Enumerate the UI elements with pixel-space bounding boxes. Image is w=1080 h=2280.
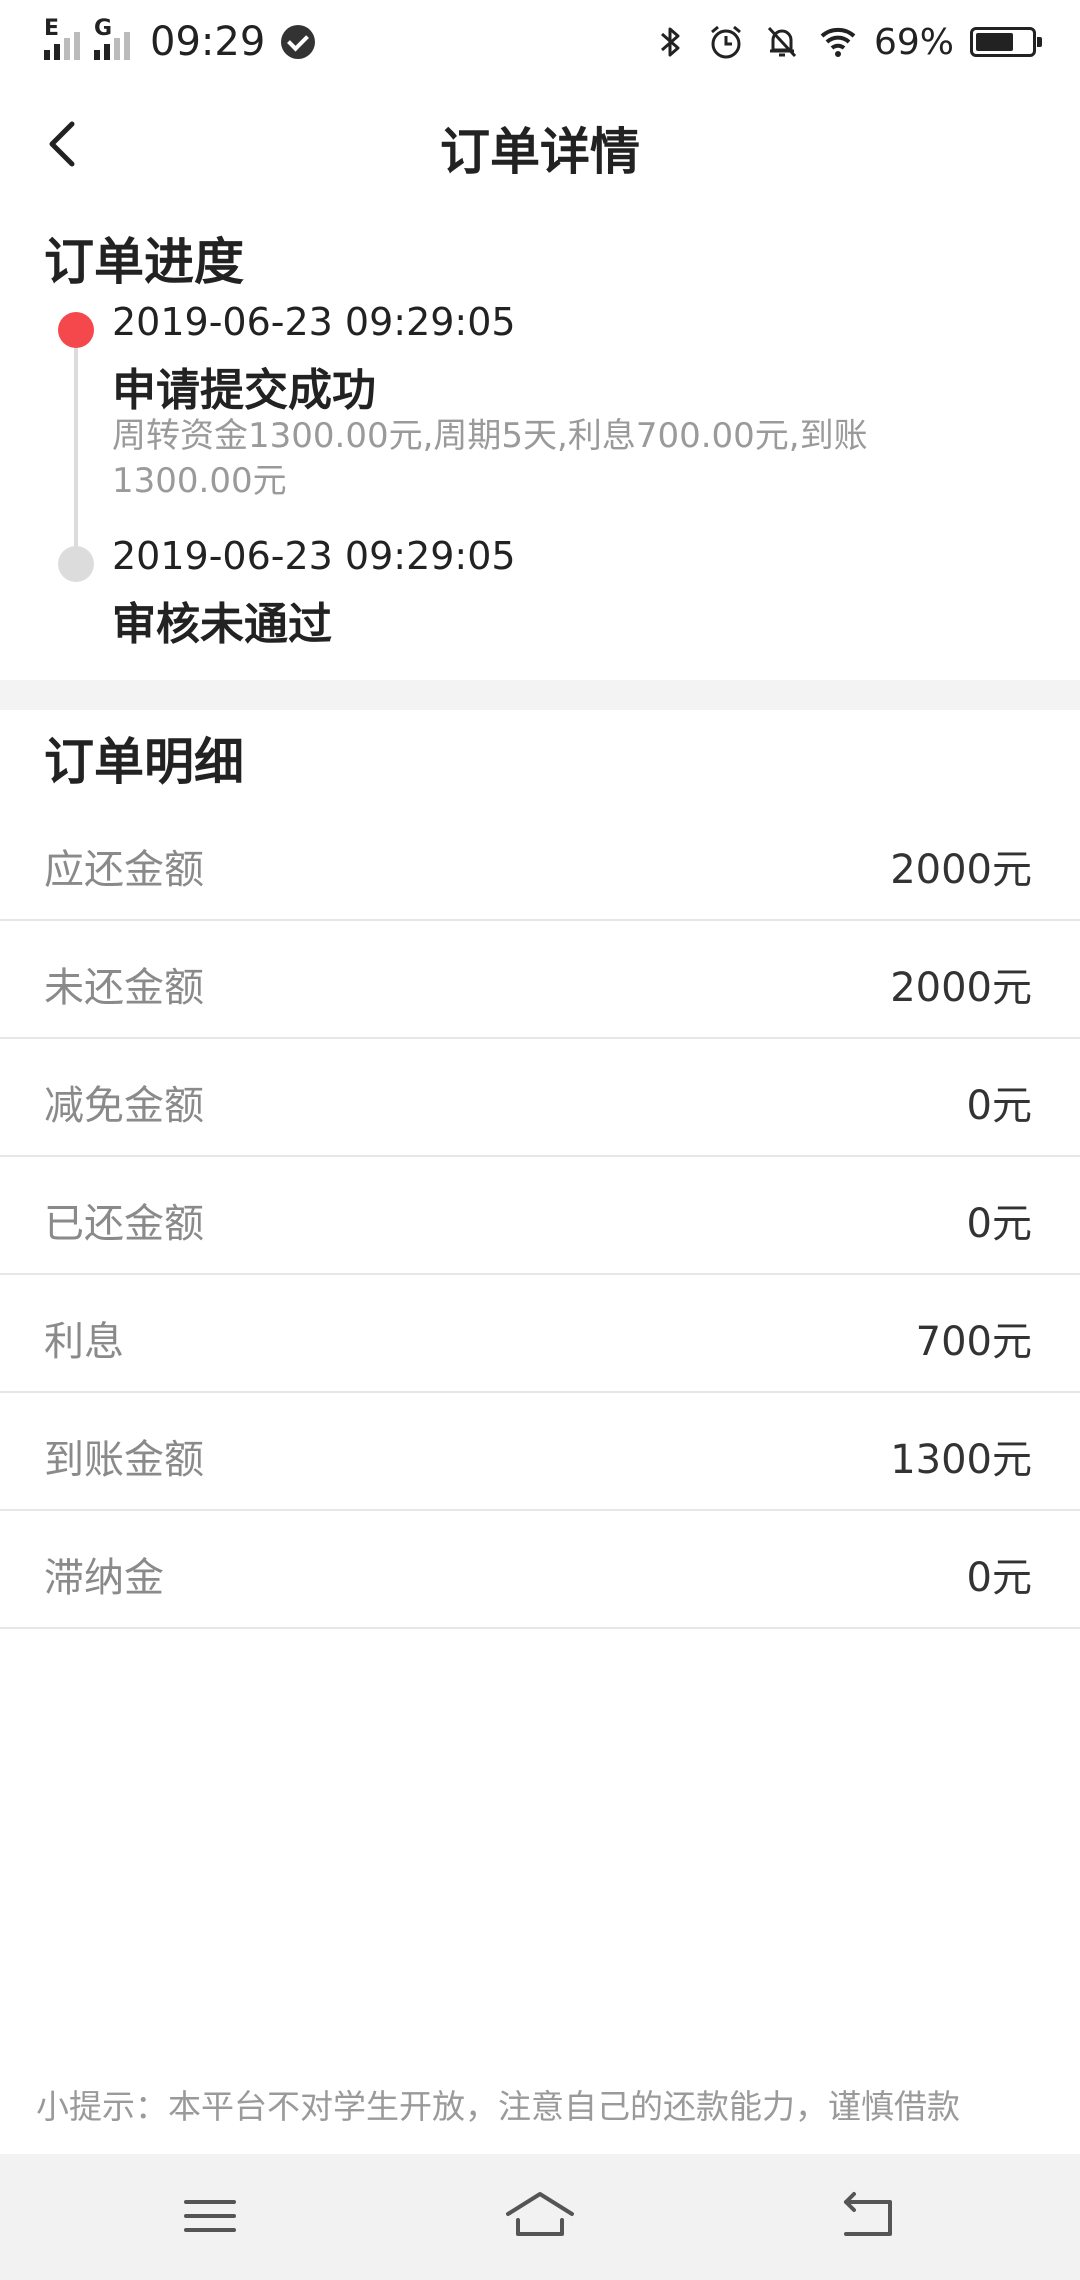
battery-icon: [970, 27, 1042, 57]
mute-bell-icon: [767, 26, 797, 58]
details-list: 应还金额 2000元 未还金额 2000元 减免金额 0元 已还金额 0元 利息…: [0, 803, 1080, 1629]
detail-row-due-amount: 应还金额 2000元: [0, 803, 1080, 921]
nav-bar: 订单详情: [0, 84, 1080, 204]
tip-text: 小提示：本平台不对学生开放，注意自己的还款能力，谨慎借款: [36, 2087, 960, 2126]
wifi-icon: [820, 27, 856, 57]
system-nav-bar: [0, 2154, 1080, 2280]
detail-row-paid-amount: 已还金额 0元: [0, 1157, 1080, 1275]
status-time: 09:29: [150, 19, 266, 65]
battery-percent: 69%: [873, 21, 954, 63]
timeline-description: 周转资金1300.00元,周期5天,利息700.00元,到账1300.00元: [112, 416, 868, 501]
menu-icon: [184, 2200, 236, 2232]
progress-section-title: 订单进度: [44, 233, 244, 291]
back-arrow-icon: [844, 2192, 892, 2236]
timeline-line: [74, 324, 78, 566]
timeline-dot-inactive: [58, 546, 94, 582]
detail-row-waived-amount: 减免金额 0元: [0, 1039, 1080, 1157]
timeline-status: 审核未通过: [112, 599, 332, 650]
page-title: 订单详情: [440, 123, 640, 181]
detail-value: 1300元: [890, 1437, 1032, 1483]
signal-icon-1: E: [44, 16, 88, 64]
timeline-status: 申请提交成功: [112, 365, 376, 416]
timeline-dot-active: [58, 312, 94, 348]
signal-label-1: E: [44, 16, 60, 41]
detail-row-unpaid-amount: 未还金额 2000元: [0, 921, 1080, 1039]
signal-icon-2: G: [94, 16, 138, 64]
battery-level: [976, 33, 1014, 51]
detail-row-interest: 利息 700元: [0, 1275, 1080, 1393]
detail-row-late-fee: 滞纳金 0元: [0, 1511, 1080, 1629]
back-nav-button[interactable]: [832, 2184, 904, 2248]
detail-label: 已还金额: [44, 1201, 204, 1247]
timeline-time: 2019-06-23 09:29:05: [112, 534, 516, 578]
detail-label: 减免金额: [44, 1083, 204, 1129]
timeline-time: 2019-06-23 09:29:05: [112, 300, 516, 344]
status-left: E G 09:29: [44, 16, 316, 68]
detail-label: 滞纳金: [44, 1555, 164, 1601]
alarm-icon: [711, 25, 741, 59]
menu-button[interactable]: [174, 2184, 246, 2248]
detail-row-received-amount: 到账金额 1300元: [0, 1393, 1080, 1511]
detail-value: 0元: [966, 1201, 1032, 1247]
verified-check-icon: [281, 25, 316, 59]
home-icon: [506, 2192, 574, 2236]
status-right: 69%: [650, 16, 1042, 68]
section-divider: [0, 680, 1080, 710]
detail-value: 2000元: [890, 965, 1032, 1011]
bluetooth-icon: [660, 27, 680, 57]
detail-label: 应还金额: [44, 847, 204, 893]
detail-value: 2000元: [890, 847, 1032, 893]
detail-value: 0元: [966, 1555, 1032, 1601]
detail-value: 0元: [966, 1083, 1032, 1129]
signal-label-2: G: [94, 16, 113, 41]
detail-label: 利息: [44, 1319, 124, 1365]
status-bar: E G 09:29 69%: [0, 0, 1080, 84]
details-section-title: 订单明细: [44, 733, 244, 791]
detail-value: 700元: [915, 1319, 1032, 1365]
detail-label: 到账金额: [44, 1437, 204, 1483]
home-button[interactable]: [504, 2184, 576, 2248]
detail-label: 未还金额: [44, 965, 204, 1011]
